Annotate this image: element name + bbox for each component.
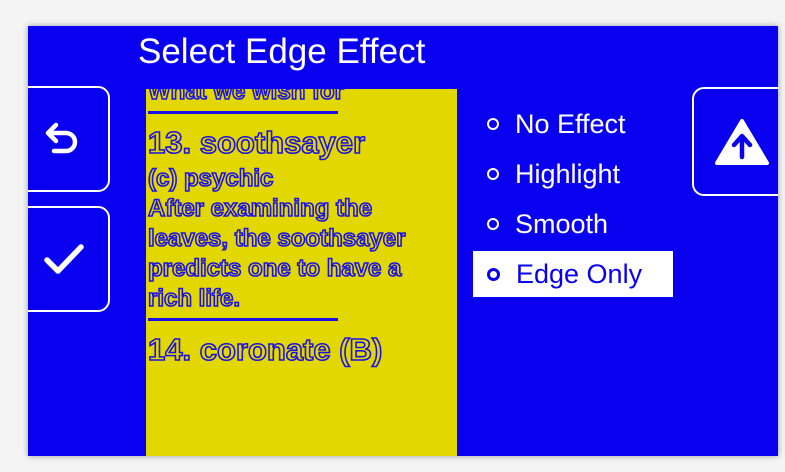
window-frame: Select Edge Effect What we wish for 13. … (0, 0, 785, 472)
edge-effect-screen: Select Edge Effect What we wish for 13. … (28, 26, 778, 456)
preview-line: What we wish for (147, 89, 345, 106)
option-label: Smooth (515, 208, 609, 239)
option-smooth[interactable]: Smooth (473, 201, 673, 247)
option-edge-only[interactable]: Edge Only (473, 251, 673, 297)
preview-rule (148, 318, 338, 321)
preview-line: rich life. (147, 284, 241, 313)
effect-preview-panel: What we wish for 13. soothsayer (c) psyc… (146, 89, 457, 456)
option-no-effect[interactable]: No Effect (473, 101, 673, 147)
up-arrow-icon (715, 118, 769, 165)
radio-icon (487, 118, 499, 130)
scroll-up-button[interactable] (692, 87, 778, 196)
undo-arrow-icon (45, 122, 78, 154)
option-highlight[interactable]: Highlight (473, 151, 673, 197)
radio-icon (487, 267, 500, 281)
option-label: Highlight (515, 158, 621, 189)
radio-icon (487, 168, 499, 180)
option-label: No Effect (515, 108, 626, 139)
checkmark-icon (44, 244, 84, 274)
preview-heading: 13. soothsayer (147, 124, 366, 161)
option-label: Edge Only (516, 258, 643, 289)
radio-icon (487, 218, 499, 230)
preview-line: leaves, the soothsayer (147, 224, 406, 253)
preview-line: predicts one to have a (147, 254, 402, 283)
page-title: Select Edge Effect (138, 32, 426, 71)
edge-effect-options: No Effect Highlight Smooth Edge Only (473, 101, 673, 301)
confirm-button[interactable] (28, 206, 110, 312)
preview-heading: 14. coronate (B) (147, 331, 383, 368)
preview-line: After examining the (147, 194, 373, 223)
preview-line: (c) psychic (147, 164, 274, 193)
preview-rule (148, 111, 338, 114)
back-button[interactable] (28, 86, 110, 192)
